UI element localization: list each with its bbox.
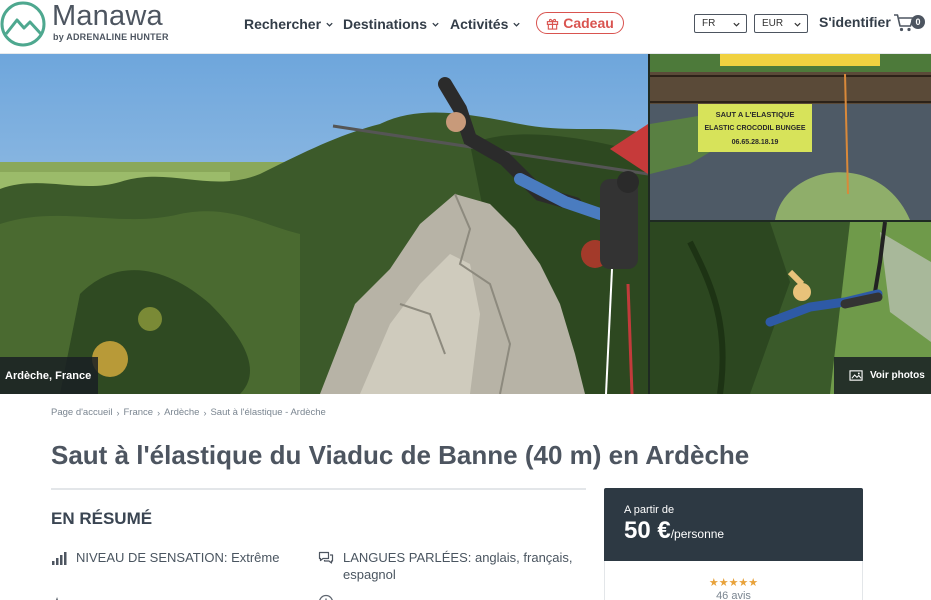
language-select[interactable]: FR bbox=[694, 14, 747, 33]
currency-value: EUR bbox=[762, 18, 784, 29]
breadcrumb-current[interactable]: Saut à l'élastique - Ardèche bbox=[210, 407, 325, 418]
gift-icon bbox=[547, 18, 559, 30]
price-value: 50 €/personne bbox=[624, 517, 724, 545]
view-photos-button[interactable]: Voir photos bbox=[834, 357, 931, 394]
breadcrumb-separator-icon: › bbox=[203, 407, 207, 418]
breadcrumb: Page d'accueil › France › Ardèche › Saut… bbox=[51, 407, 326, 418]
chevron-down-icon bbox=[326, 22, 333, 27]
breadcrumb-separator-icon: › bbox=[157, 407, 161, 418]
title-divider bbox=[51, 488, 586, 490]
gift-button[interactable]: Cadeau bbox=[536, 12, 624, 34]
price-card: A partir de 50 €/personne bbox=[604, 488, 863, 561]
feature-row-partial-2 bbox=[318, 593, 568, 600]
speech-bubbles-icon bbox=[318, 551, 334, 564]
chevron-down-icon bbox=[513, 22, 521, 27]
breadcrumb-separator-icon: › bbox=[116, 407, 120, 418]
image-gallery-icon bbox=[849, 370, 863, 381]
heart-rate-icon bbox=[55, 596, 58, 600]
feature-languages: LANGUES PARLÉES: anglais, français, espa… bbox=[318, 549, 578, 583]
nav-activites[interactable]: Activités bbox=[450, 14, 521, 34]
gift-label: Cadeau bbox=[563, 15, 614, 31]
breadcrumb-region[interactable]: Ardèche bbox=[164, 407, 199, 418]
chevron-down-icon bbox=[733, 22, 740, 27]
nav-rechercher[interactable]: Rechercher bbox=[244, 14, 334, 34]
site-header: Manawa by ADRENALINE HUNTER Rechercher D… bbox=[0, 0, 931, 54]
feature-row-partial bbox=[51, 593, 301, 600]
clock-icon bbox=[319, 594, 333, 600]
brand-tagline: by ADRENALINE HUNTER bbox=[53, 32, 169, 42]
viaduct-photo[interactable]: SAUT A L'ELASTIQUE ELASTIC CROCODIL BUNG… bbox=[650, 54, 931, 220]
view-photos-label: Voir photos bbox=[870, 370, 925, 381]
banner-line-3: 06.65.28.18.19 bbox=[732, 139, 779, 146]
feature-sensation: NIVEAU DE SENSATION: Extrême bbox=[51, 549, 301, 566]
bungee-jump-photo bbox=[0, 54, 648, 394]
chevron-down-icon bbox=[794, 22, 801, 27]
viaduct-photo-image: SAUT A L'ELASTIQUE ELASTIC CROCODIL BUNG… bbox=[650, 54, 931, 220]
page-title: Saut à l'élastique du Viaduc de Banne (4… bbox=[51, 440, 750, 470]
nav-label: Destinations bbox=[343, 16, 428, 32]
chevron-down-icon bbox=[432, 22, 439, 27]
banner-line-1: SAUT A L'ELASTIQUE bbox=[716, 110, 795, 119]
nav-label: Rechercher bbox=[244, 16, 322, 32]
summary-heading: EN RÉSUMÉ bbox=[51, 509, 153, 528]
signal-bars-icon bbox=[52, 552, 67, 565]
nav-destinations[interactable]: Destinations bbox=[343, 14, 440, 34]
rating-card[interactable]: ★★★★★ 46 avis bbox=[604, 561, 863, 600]
signin-link[interactable]: S'identifier bbox=[819, 14, 891, 30]
photo-gallery: SAUT A L'ELASTIQUE ELASTIC CROCODIL BUNG… bbox=[0, 54, 931, 394]
review-count[interactable]: 46 avis bbox=[605, 590, 862, 600]
brand-name: Manawa bbox=[52, 0, 163, 32]
mountain-logo-icon bbox=[0, 1, 46, 47]
price-from-label: A partir de bbox=[624, 504, 675, 516]
currency-select[interactable]: EUR bbox=[754, 14, 808, 33]
language-value: FR bbox=[702, 18, 716, 29]
breadcrumb-country[interactable]: France bbox=[124, 407, 154, 418]
cart-count-badge: 0 bbox=[911, 15, 925, 29]
manawa-logo[interactable]: Manawa by ADRENALINE HUNTER bbox=[0, 0, 180, 50]
cart-button[interactable]: 0 bbox=[893, 12, 925, 34]
main-photo[interactable] bbox=[0, 54, 648, 394]
feature-label: LANGUES PARLÉES: anglais, français, espa… bbox=[343, 550, 573, 582]
breadcrumb-home[interactable]: Page d'accueil bbox=[51, 407, 113, 418]
location-badge: Ardèche, France bbox=[0, 357, 98, 394]
price-unit: /personne bbox=[670, 527, 725, 541]
star-rating-icon: ★★★★★ bbox=[708, 577, 759, 589]
banner-line-2: ELASTIC CROCODIL BUNGEE bbox=[705, 125, 806, 132]
feature-label: NIVEAU DE SENSATION: Extrême bbox=[76, 550, 280, 565]
price-amount: 50 € bbox=[624, 517, 671, 544]
nav-label: Activités bbox=[450, 16, 509, 32]
